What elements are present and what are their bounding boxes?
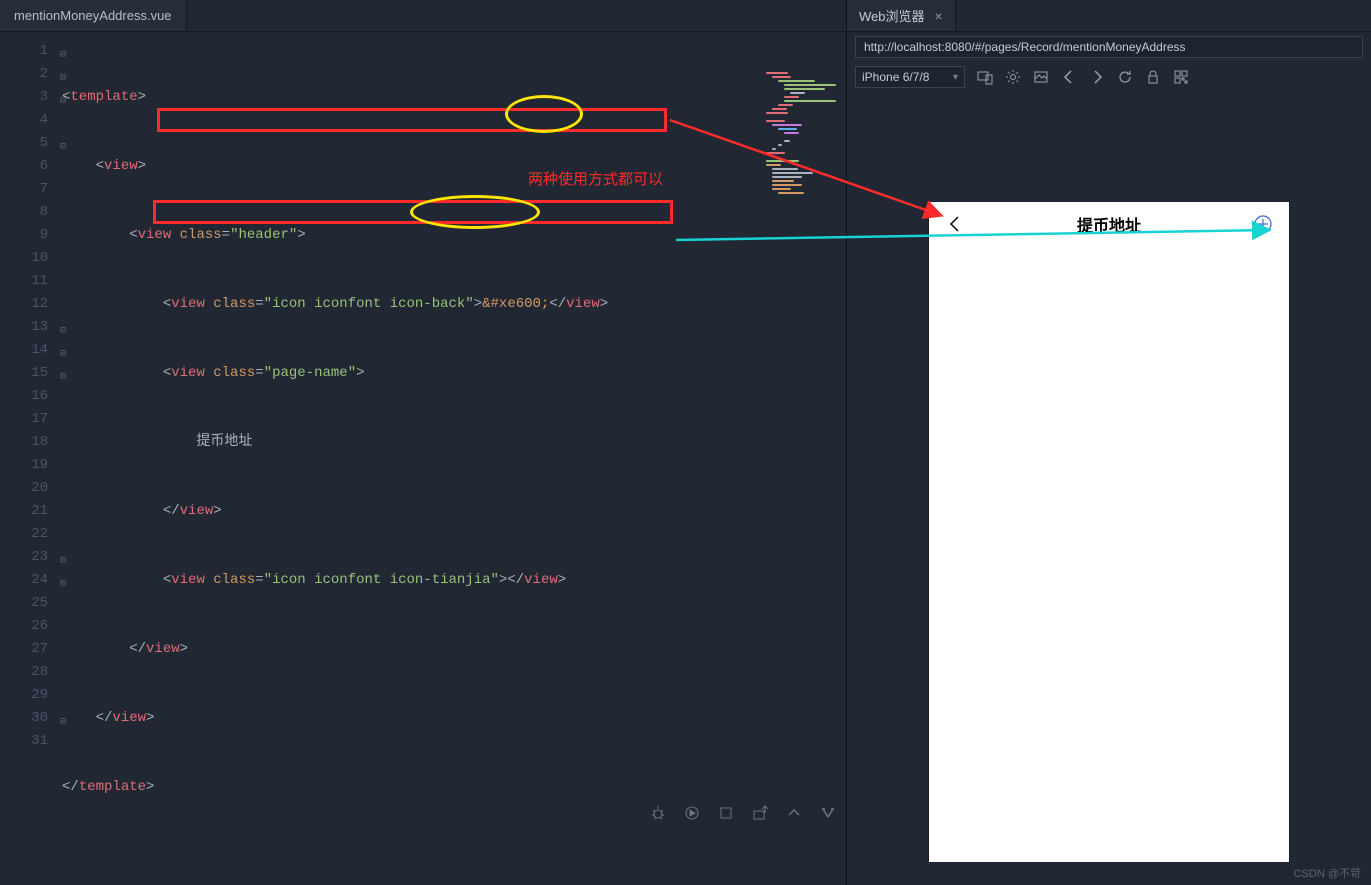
switch-icon[interactable] bbox=[820, 805, 836, 821]
url-input[interactable]: http://localhost:8080/#/pages/Record/men… bbox=[855, 36, 1363, 58]
annotation-red-box-1 bbox=[157, 108, 667, 132]
qrcode-icon[interactable] bbox=[1173, 69, 1189, 85]
annotation-label: 两种使用方式都可以 bbox=[528, 168, 663, 189]
editor-file-tab[interactable]: mentionMoneyAddress.vue bbox=[0, 0, 187, 31]
annotation-yellow-ellipse-1 bbox=[505, 95, 583, 133]
watermark: CSDN @不苛 bbox=[1294, 865, 1361, 881]
responsive-icon[interactable] bbox=[977, 69, 993, 85]
code-content[interactable]: <template> <view> <view class="header"> … bbox=[58, 32, 760, 885]
play-icon[interactable] bbox=[684, 805, 700, 821]
bug-icon[interactable] bbox=[650, 805, 666, 821]
preview-add-button[interactable] bbox=[1253, 214, 1273, 234]
preview-page-title: 提币地址 bbox=[1077, 212, 1141, 236]
screenshot-icon[interactable] bbox=[1033, 69, 1049, 85]
lock-icon[interactable] bbox=[1145, 69, 1161, 85]
browser-panel: Web浏览器 × http://localhost:8080/#/pages/R… bbox=[846, 0, 1371, 885]
minimap[interactable] bbox=[760, 32, 846, 885]
refresh-icon[interactable] bbox=[1117, 69, 1133, 85]
browser-tab-bar: Web浏览器 × bbox=[847, 0, 1371, 32]
settings-icon[interactable] bbox=[1005, 69, 1021, 85]
chevron-down-icon: ▾ bbox=[953, 72, 958, 83]
annotation-yellow-ellipse-2 bbox=[410, 195, 540, 229]
device-viewport: 提币地址 bbox=[847, 92, 1371, 885]
up-icon[interactable] bbox=[786, 805, 802, 821]
forward-icon[interactable] bbox=[1089, 69, 1105, 85]
device-select[interactable]: iPhone 6/7/8 ▾ bbox=[855, 66, 965, 88]
device-frame: 提币地址 bbox=[929, 202, 1289, 862]
code-editor-panel: mentionMoneyAddress.vue 1⊟ 2⊟ 3⊟ 4 5⊟ 6 … bbox=[0, 0, 846, 885]
preview-header: 提币地址 bbox=[929, 202, 1289, 246]
stop-icon[interactable] bbox=[718, 805, 734, 821]
urlbar-row: http://localhost:8080/#/pages/Record/men… bbox=[847, 32, 1371, 62]
line-number-gutter: 1⊟ 2⊟ 3⊟ 4 5⊟ 6 7 8 9 10 11 12 13⊟ 14⊟ 1… bbox=[0, 32, 58, 885]
tab-filename: mentionMoneyAddress.vue bbox=[14, 8, 172, 23]
preview-back-button[interactable] bbox=[945, 214, 965, 234]
browser-toolbar: iPhone 6/7/8 ▾ bbox=[847, 62, 1371, 92]
export-icon[interactable] bbox=[752, 805, 768, 821]
browser-tab[interactable]: Web浏览器 × bbox=[847, 0, 956, 31]
back-icon[interactable] bbox=[1061, 69, 1077, 85]
editor-bottom-toolbar bbox=[650, 805, 836, 821]
close-icon[interactable]: × bbox=[935, 8, 943, 24]
editor-tab-bar: mentionMoneyAddress.vue bbox=[0, 0, 846, 32]
editor-area[interactable]: 1⊟ 2⊟ 3⊟ 4 5⊟ 6 7 8 9 10 11 12 13⊟ 14⊟ 1… bbox=[0, 32, 846, 885]
browser-tab-title: Web浏览器 bbox=[859, 6, 925, 25]
